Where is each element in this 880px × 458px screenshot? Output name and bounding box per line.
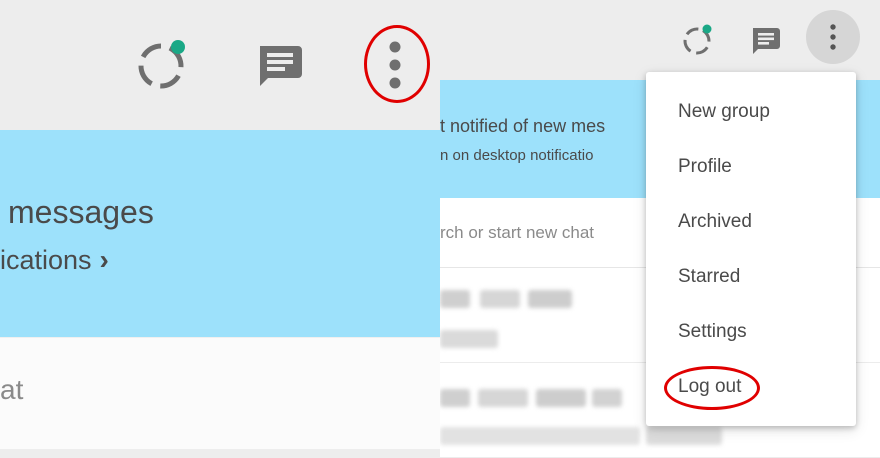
search-bar[interactable]: at <box>0 337 440 449</box>
zoomed-panel: messages ications › at <box>0 0 440 458</box>
banner-subtitle-text: ications <box>0 244 92 275</box>
new-chat-icon[interactable] <box>252 36 308 92</box>
app-panel: t notified of new mes n on desktop notif… <box>440 0 880 458</box>
status-icon[interactable] <box>135 36 191 92</box>
banner-title: t notified of new mes <box>440 116 606 136</box>
blurred-text <box>440 290 470 308</box>
banner-title: messages <box>8 194 154 230</box>
menu-item-settings[interactable]: Settings <box>646 304 856 359</box>
blurred-text <box>478 389 528 407</box>
panel-footer <box>0 449 440 458</box>
blurred-text <box>480 290 520 308</box>
blurred-text <box>528 290 572 308</box>
menu-item-profile[interactable]: Profile <box>646 139 856 194</box>
blurred-text <box>440 330 498 348</box>
banner-subtitle[interactable]: ications › <box>0 244 109 276</box>
blurred-text <box>646 427 722 445</box>
blurred-text <box>536 389 586 407</box>
search-input[interactable]: rch or start new chat <box>440 223 594 243</box>
blurred-text <box>592 389 622 407</box>
logout-highlight-circle <box>664 366 760 410</box>
header-bar <box>440 0 880 80</box>
menu-icon <box>830 24 836 50</box>
menu-item-new-group[interactable]: New group <box>646 84 856 139</box>
notification-banner[interactable]: messages ications › <box>0 130 440 337</box>
menu-highlight-circle <box>364 25 430 103</box>
menu-button[interactable] <box>806 10 860 64</box>
search-input[interactable]: at <box>0 374 23 406</box>
new-chat-icon[interactable] <box>748 22 784 58</box>
header-bar <box>0 0 440 130</box>
blurred-text <box>440 389 470 407</box>
menu-item-archived[interactable]: Archived <box>646 194 856 249</box>
menu-item-starred[interactable]: Starred <box>646 249 856 304</box>
chevron-right-icon: › <box>99 244 109 275</box>
banner-subtitle[interactable]: n on desktop notificatio <box>440 147 593 164</box>
status-icon[interactable] <box>680 22 716 58</box>
blurred-text <box>440 427 640 445</box>
